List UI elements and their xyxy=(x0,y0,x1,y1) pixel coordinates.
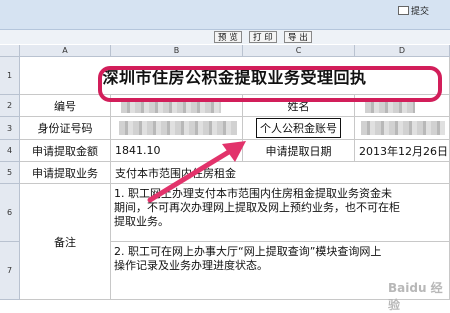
export-button[interactable]: 导 出 xyxy=(284,31,312,43)
row-header-5[interactable]: 5 xyxy=(0,162,20,184)
toolbar: 预 览 打 印 导 出 xyxy=(0,30,450,44)
business-label: 申请提取业务 xyxy=(20,162,111,184)
id-label: 身份证号码 xyxy=(20,117,111,140)
redacted-id xyxy=(119,121,237,135)
row-header-4[interactable]: 4 xyxy=(0,140,20,162)
row-header-2[interactable]: 2 xyxy=(0,95,20,117)
remark-line-1: 1. 职工网上办理支付本市范围内住房租金提取业务资金未 xyxy=(114,187,392,200)
name-label: 姓名 xyxy=(243,95,355,117)
watermark: Baidu 经验 xyxy=(388,281,443,312)
amount-label: 申请提取金额 xyxy=(20,140,111,162)
remark-line-2: 期间，不可再次办理网上提取及网上预约业务，也不可在柜 xyxy=(114,201,400,214)
remark-label: 备注 xyxy=(20,184,111,300)
page-title: 深圳市住房公积金提取业务受理回执 xyxy=(102,67,367,87)
number-value[interactable] xyxy=(111,95,243,117)
amount-value[interactable]: 1841.10 xyxy=(111,140,243,162)
print-button[interactable]: 打 印 xyxy=(249,31,277,43)
number-label: 编号 xyxy=(20,95,111,117)
remark-line-4: 2. 职工可在网上办事大厅“网上提取查询”模块查询网上 xyxy=(114,245,382,258)
submit-label: 提交 xyxy=(411,7,430,17)
redacted-name xyxy=(365,99,415,113)
submit-button[interactable]: 提交 xyxy=(398,4,429,17)
name-value[interactable] xyxy=(355,95,450,117)
column-header-d[interactable]: D xyxy=(355,45,450,57)
row-header-3[interactable]: 3 xyxy=(0,117,20,140)
date-value[interactable]: 2013年12月26日 xyxy=(355,140,450,162)
personal-account-value[interactable] xyxy=(355,117,450,140)
column-header-c[interactable]: C xyxy=(243,45,355,57)
submit-icon xyxy=(398,6,409,15)
preview-button[interactable]: 预 览 xyxy=(214,31,242,43)
column-header-a[interactable]: A xyxy=(20,45,111,57)
row-header-7[interactable]: 7 xyxy=(0,242,20,300)
row-header-1[interactable]: 1 xyxy=(0,57,20,95)
remark-line-3: 提取业务。 xyxy=(114,215,169,228)
personal-account-label: 个人公积金账号 xyxy=(256,118,341,138)
business-value[interactable]: 支付本市范围内住房租金 xyxy=(111,162,450,184)
title-cell: 深圳市住房公积金提取业务受理回执 xyxy=(20,57,450,95)
top-bar: 提交 xyxy=(0,0,450,30)
corner-header xyxy=(0,45,20,57)
redacted-number xyxy=(121,99,221,113)
date-label: 申请提取日期 xyxy=(243,140,355,162)
id-value[interactable] xyxy=(111,117,243,140)
column-header-b[interactable]: B xyxy=(111,45,243,57)
row-header-6[interactable]: 6 xyxy=(0,184,20,242)
remark-line-5: 操作记录及业务办理进度状态。 xyxy=(114,259,268,272)
redacted-account xyxy=(361,121,445,135)
personal-account-label-cell: 个人公积金账号 xyxy=(243,117,355,140)
